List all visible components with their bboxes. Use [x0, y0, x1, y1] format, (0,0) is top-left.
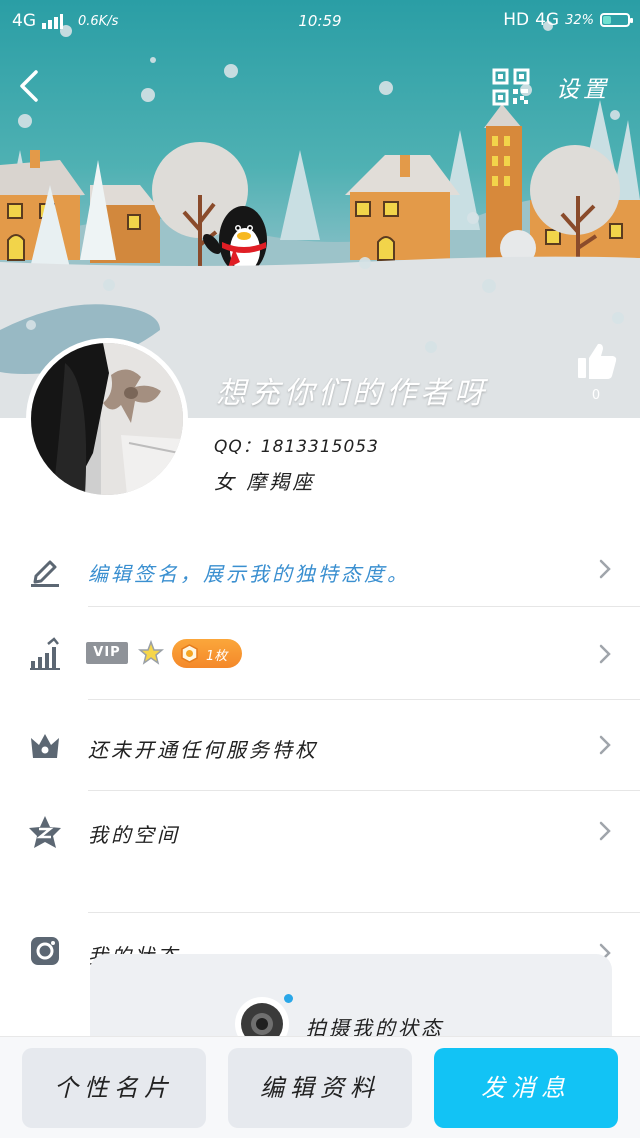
battery-percent: 32% [565, 12, 594, 28]
medal-count: 1枚 [206, 649, 228, 664]
qq-number: QQ：1813315053 [214, 437, 379, 457]
chevron-right-icon [599, 735, 611, 755]
chevron-right-icon [599, 644, 611, 664]
signature-prompt: 编辑签名，展示我的独特态度。 [88, 562, 410, 586]
thumbs-up-icon[interactable] [576, 340, 618, 382]
instagram-camera-icon [31, 937, 59, 965]
hd-indicator: HD [503, 10, 530, 30]
gender-zodiac: 女 摩羯座 [214, 470, 316, 494]
qzone-icon [29, 816, 61, 848]
battery-icon [600, 13, 633, 27]
status-bar: 4G 0.6K/s 10:59 HD 4G 32% [0, 0, 640, 44]
battery-fill [603, 16, 611, 24]
level-chart-icon [30, 637, 60, 670]
send-message-button[interactable]: 发消息 [434, 1048, 618, 1128]
avatar-image [31, 343, 183, 495]
chevron-right-icon [599, 821, 611, 841]
pencil-icon [31, 560, 59, 587]
new-dot [284, 994, 293, 1003]
medal-badge[interactable]: 1枚 [172, 639, 242, 668]
signature-row[interactable]: 编辑签名，展示我的独特态度。 [0, 540, 640, 606]
like-count: 0 [591, 388, 601, 403]
qzone-row[interactable]: 我的空间 [0, 791, 640, 871]
privilege-label: 还未开通任何服务特权 [88, 738, 318, 762]
crown-icon [31, 734, 59, 758]
status-right: HD 4G 32% [503, 10, 633, 30]
avatar[interactable] [26, 338, 188, 500]
privilege-row[interactable]: 还未开通任何服务特权 [0, 700, 640, 790]
chevron-right-icon [599, 559, 611, 579]
qzone-label: 我的空间 [88, 823, 180, 847]
profile-card-button[interactable]: 个性名片 [22, 1048, 206, 1128]
back-icon[interactable] [14, 66, 48, 106]
edit-profile-button[interactable]: 编辑资料 [228, 1048, 412, 1128]
star-icon [138, 640, 164, 665]
settings-button[interactable]: 设置 [556, 70, 610, 104]
bottom-action-bar: 个性名片 编辑资料 发消息 [0, 1036, 640, 1138]
divider [88, 912, 640, 913]
nickname: 想充你们的作者呀 [216, 376, 488, 411]
qr-code-icon[interactable] [492, 68, 530, 106]
network-type-right: 4G [535, 10, 560, 30]
medal-icon [181, 644, 198, 663]
vip-badge[interactable]: VIP [86, 642, 128, 664]
